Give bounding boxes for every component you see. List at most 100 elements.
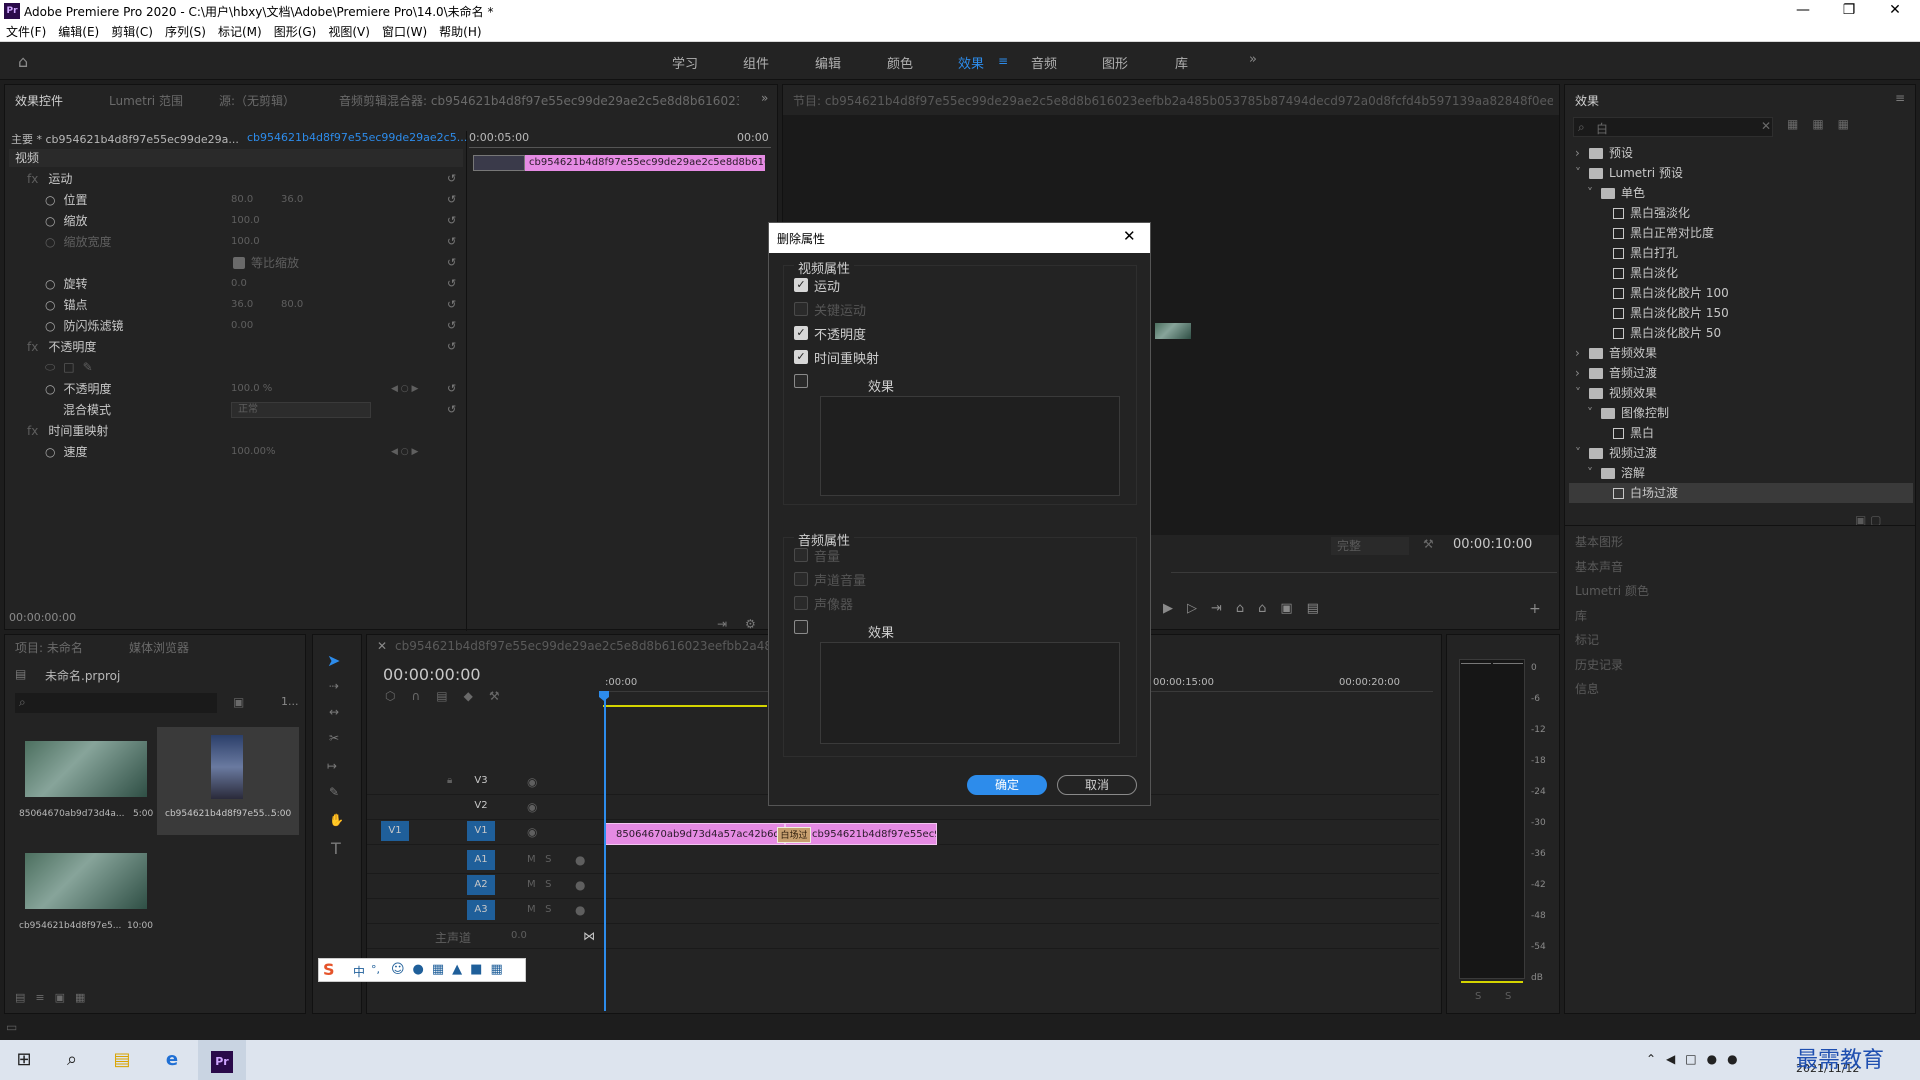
effects-preset[interactable]: 黑白淡化胶片 150 [1569, 303, 1913, 323]
clip-v1-1[interactable]: 85064670ab9d73d4a57ac42b6da2 [605, 823, 785, 845]
effects-section[interactable]: 基本声音 [1575, 558, 1623, 575]
effects-preset[interactable]: 黑白淡化 [1569, 263, 1913, 283]
menu-window[interactable]: 窗口(W) [376, 22, 433, 42]
reset-icon[interactable]: ↺ [447, 190, 459, 206]
settings-icon[interactable]: ⚙ [745, 617, 756, 631]
selection-tool-icon[interactable]: ➤ [327, 651, 340, 670]
reset-icon[interactable]: ↺ [447, 295, 459, 311]
cancel-button[interactable]: 取消 [1057, 775, 1137, 795]
pen-mask-icon[interactable]: ✎ [83, 360, 93, 374]
workspace-libraries[interactable]: 库 [1175, 53, 1188, 72]
reset-icon[interactable]: ↺ [447, 379, 459, 395]
effects-folder[interactable]: ˅ 视频效果 [1569, 383, 1913, 403]
prop-scale[interactable]: ○ 缩放 100.0 ↺ [5, 211, 465, 231]
minimize-icon[interactable]: — [1780, 0, 1826, 22]
reset-icon[interactable]: ↺ [447, 274, 459, 290]
workspace-menu-icon[interactable]: ≡ [998, 54, 1008, 68]
project-item[interactable]: cb954621b4d8f97e5... 10:00 [15, 839, 157, 947]
lock-icon[interactable]: 🔒︎ [447, 775, 452, 786]
project-footer-tools[interactable]: ▤≡▣▦ [15, 991, 95, 1004]
prop-blend-mode[interactable]: 混合模式 正常 ↺ [5, 400, 465, 420]
effects-preset[interactable]: 黑白打孔 [1569, 243, 1913, 263]
track-a2-label[interactable]: A2 [467, 875, 495, 895]
fit-dropdown[interactable]: 完整 [1331, 537, 1409, 555]
eye-icon[interactable]: ◉ [527, 800, 537, 814]
tab-sequence[interactable]: cb954621b4d8f97e55ec99de29ae2c5e8d8b6160… [395, 639, 795, 653]
effects-folder[interactable]: › 音频过渡 [1569, 363, 1913, 383]
effects-search-input[interactable]: 白 [1596, 120, 1608, 137]
workspace-editing[interactable]: 编辑 [815, 53, 841, 72]
tab-audio-clip-mixer[interactable]: 音频剪辑混合器: cb954621b4d8f97e55ec99de29ae2c5… [339, 92, 739, 109]
transition-clip[interactable]: 白场过 [777, 827, 811, 843]
tab-project[interactable]: 项目: 未命名 [15, 639, 83, 656]
tab-source[interactable]: 源:（无剪辑） [219, 92, 295, 109]
chevron-right-icon[interactable]: › [1575, 343, 1589, 363]
razor-tool-icon[interactable]: ✂ [329, 731, 339, 745]
ok-button[interactable]: 确定 [967, 775, 1047, 795]
fx-time-remap[interactable]: fx 时间重映射 [5, 421, 465, 441]
effects-section[interactable]: 基本图形 [1575, 533, 1623, 550]
work-area-bar[interactable] [603, 705, 767, 707]
chevron-down-icon[interactable]: ˅ [1575, 383, 1589, 403]
chevron-down-icon[interactable]: ˅ [1575, 163, 1589, 183]
workspace-color[interactable]: 颜色 [887, 53, 913, 72]
master-end-icon[interactable]: ⋈ [583, 929, 595, 943]
timeline-tools[interactable]: ⬡∩▤◆⚒ [385, 689, 516, 703]
chevron-down-icon[interactable]: ˅ [1587, 403, 1601, 423]
pen-tool-icon[interactable]: ✎ [329, 785, 339, 799]
dialog-close-icon[interactable]: ✕ [1123, 227, 1136, 245]
clear-search-icon[interactable]: ✕ [1761, 119, 1771, 133]
reset-icon[interactable]: ↺ [447, 232, 459, 248]
reset-icon[interactable]: ↺ [447, 253, 459, 269]
effects-folder[interactable]: ˅ 单色 [1569, 183, 1913, 203]
effects-menu-icon[interactable]: ≡ [1895, 91, 1905, 105]
prop-opacity[interactable]: ○ 不透明度 100.0 % ◀ ○ ▶ ↺ [5, 379, 465, 399]
track-v1-label[interactable]: V1 [467, 821, 495, 841]
effects-section[interactable]: 库 [1575, 607, 1587, 624]
effects-search[interactable]: ⌕ 白 [1573, 117, 1773, 137]
effects-folder[interactable]: ˅ 视频过渡 [1569, 443, 1913, 463]
ripple-edit-icon[interactable]: ↔ [329, 705, 339, 719]
prop-scale-width[interactable]: ○ 缩放宽度 100.0 ↺ [5, 232, 465, 252]
slip-tool-icon[interactable]: ↦ [327, 759, 337, 773]
fx-motion[interactable]: fx 运动 ↺ [5, 169, 465, 189]
menu-markers[interactable]: 标记(M) [212, 22, 268, 42]
timeline-timecode[interactable]: 00:00:00:00 [383, 665, 481, 684]
panel-overflow-icon[interactable]: » [761, 91, 768, 105]
effects-section[interactable]: 信息 [1575, 680, 1599, 697]
blend-mode-select[interactable]: 正常 [231, 402, 371, 418]
menu-graphics[interactable]: 图形(G) [268, 22, 323, 42]
ime-punct[interactable]: °, [371, 963, 380, 976]
effects-preset[interactable]: 黑白正常对比度 [1569, 223, 1913, 243]
prop-position[interactable]: ○ 位置 80.0 36.0 ↺ [5, 190, 465, 210]
eye-icon[interactable]: ◉ [527, 825, 537, 839]
reset-icon[interactable]: ↺ [447, 337, 459, 353]
master-clip-label[interactable]: 主要 * cb954621b4d8f97e55ec99de29a... [11, 131, 239, 147]
export-frame-icon[interactable]: ⇥ [717, 617, 727, 631]
prop-speed[interactable]: ○ 速度 100.00% ◀ ○ ▶ [5, 442, 465, 462]
effects-section[interactable]: 历史记录 [1575, 656, 1623, 673]
audio-effects-list[interactable] [820, 642, 1120, 744]
system-tray[interactable]: ⌃◀□●● [1646, 1052, 1748, 1066]
track-a1-label[interactable]: A1 [467, 850, 495, 870]
effects-preset[interactable]: 黑白淡化胶片 100 [1569, 283, 1913, 303]
menu-help[interactable]: 帮助(H) [433, 22, 487, 42]
restore-icon[interactable]: ❐ [1826, 0, 1872, 22]
menu-file[interactable]: 文件(F) [0, 22, 52, 42]
ime-lang[interactable]: 中 [353, 963, 365, 980]
effects-folder[interactable]: › 音频效果 [1569, 343, 1913, 363]
solo-left[interactable]: S [1475, 991, 1481, 1002]
track-a3-label[interactable]: A3 [467, 900, 495, 920]
workspace-learn[interactable]: 学习 [672, 53, 698, 72]
video-effects-list[interactable] [820, 396, 1120, 496]
project-item[interactable]: 85064670ab9d73d4a... 5:00 [15, 727, 157, 835]
menu-sequence[interactable]: 序列(S) [159, 22, 212, 42]
workspace-assembly[interactable]: 组件 [743, 53, 769, 72]
effects-folder[interactable]: ˅ 溶解 [1569, 463, 1913, 483]
playhead-handle[interactable] [599, 691, 609, 701]
type-tool-icon[interactable]: T [331, 839, 341, 858]
clip-label[interactable]: cb954621b4d8f97e55ec99de29ae2c5... [247, 131, 467, 144]
tab-media-browser[interactable]: 媒体浏览器 [129, 639, 189, 656]
checkbox-opacity[interactable]: ✓ [794, 326, 808, 340]
home-icon[interactable]: ⌂ [18, 52, 38, 71]
